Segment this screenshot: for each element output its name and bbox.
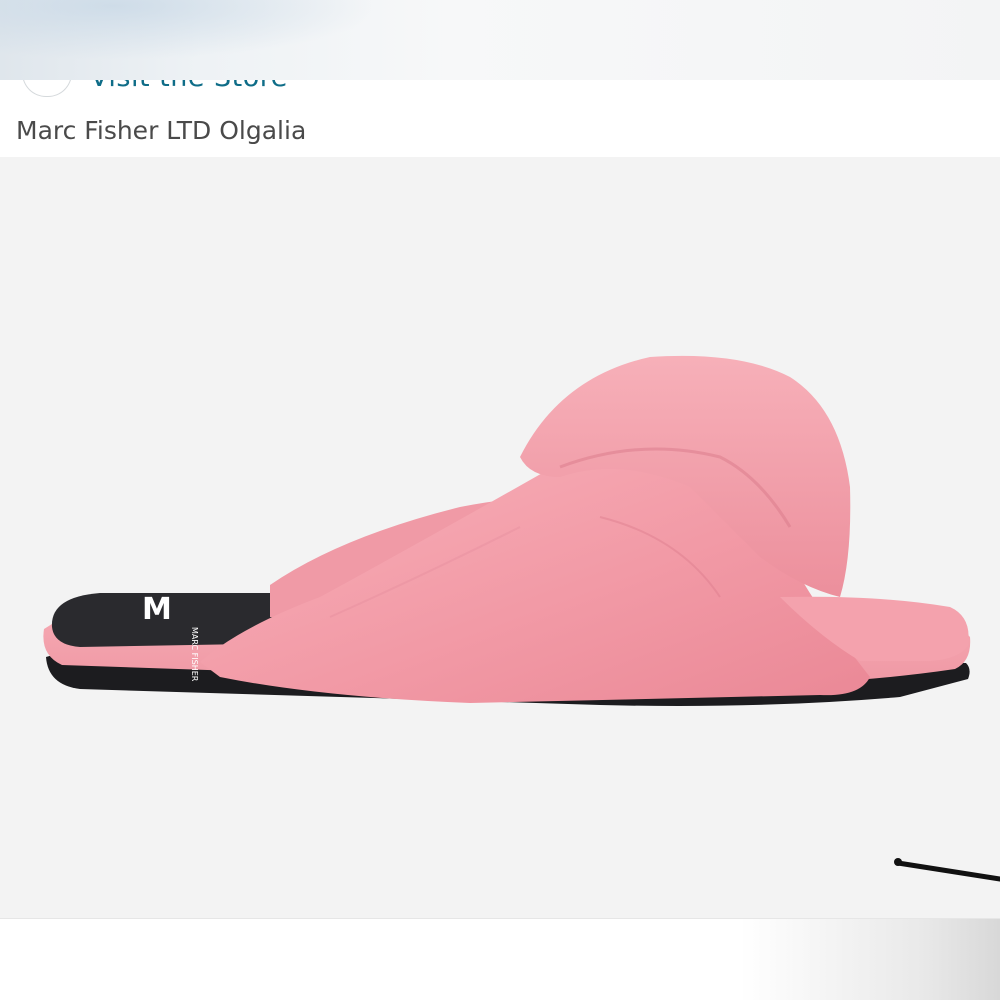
product-image-area[interactable]: M MARC FISHER: [0, 157, 1000, 918]
brand-logo-mark: M: [142, 592, 172, 627]
product-title: Marc Fisher LTD Olgalia: [16, 116, 307, 145]
annotation-pen-dot: [894, 858, 902, 866]
header-blur-highlight: [0, 0, 380, 60]
annotation-pen-stroke: [895, 860, 1000, 882]
app-header-blurred: [0, 0, 1000, 80]
brand-logo-text: MARC FISHER: [190, 627, 199, 682]
product-photo[interactable]: M MARC FISHER: [0, 157, 1000, 918]
bottom-bar: [0, 918, 1000, 1000]
bottom-bar-fade: [740, 919, 1000, 1000]
product-page: Visit the Store Marc Fisher LTD Olgalia: [0, 0, 1000, 1000]
